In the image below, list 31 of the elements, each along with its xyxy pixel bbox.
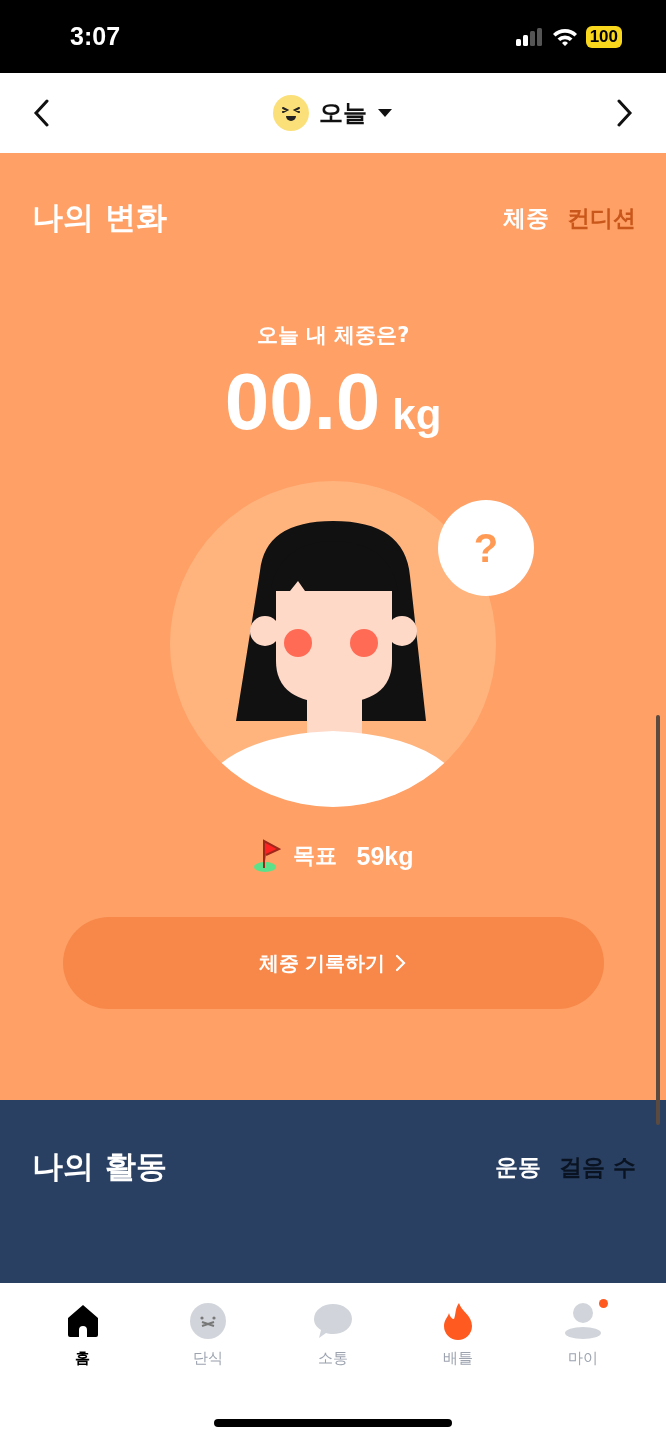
flame-icon xyxy=(442,1302,475,1340)
speech-bubble: ? xyxy=(438,500,534,596)
section-tab[interactable]: 컨디션 xyxy=(567,202,636,234)
signal-icon xyxy=(515,27,544,46)
date-dropdown[interactable]: 오늘 xyxy=(273,95,393,131)
tab-bar-item[interactable]: 단식 xyxy=(162,1301,253,1368)
record-weight-button[interactable]: 체중 기록하기 xyxy=(62,917,604,1009)
weight-unit: kg xyxy=(392,391,442,439)
weight-question: 오늘 내 체중은? xyxy=(256,322,410,349)
section-tab[interactable]: 걸음 수 xyxy=(559,1151,636,1183)
section-title: 나의 변화 xyxy=(32,198,167,237)
weight-value: 00.0 xyxy=(224,357,381,447)
taped-mouth-face-icon xyxy=(188,1302,227,1340)
profile-icon xyxy=(564,1303,603,1339)
wifi-icon xyxy=(551,27,578,46)
goal-label: 목표 xyxy=(292,842,337,870)
goal-value: 59kg xyxy=(356,841,414,871)
battery-level: 100 xyxy=(585,25,622,48)
section-tab[interactable]: 체중 xyxy=(503,202,549,234)
smiley-icon xyxy=(273,95,309,131)
clock-time: 3:07 xyxy=(70,22,121,51)
tab-bar-item[interactable]: 마이 xyxy=(538,1301,629,1368)
section-tab[interactable]: 운동 xyxy=(495,1151,541,1183)
chevron-icon xyxy=(395,954,408,972)
tab-bar-item[interactable]: 홈 xyxy=(37,1301,128,1368)
chat-icon xyxy=(312,1302,353,1340)
tab-bar-item[interactable]: 소통 xyxy=(287,1301,378,1368)
caret-icon xyxy=(377,108,393,118)
flag-icon xyxy=(252,839,281,873)
tab-bar-item[interactable]: 배틀 xyxy=(413,1301,504,1368)
section-title: 나의 활동 xyxy=(32,1147,167,1186)
